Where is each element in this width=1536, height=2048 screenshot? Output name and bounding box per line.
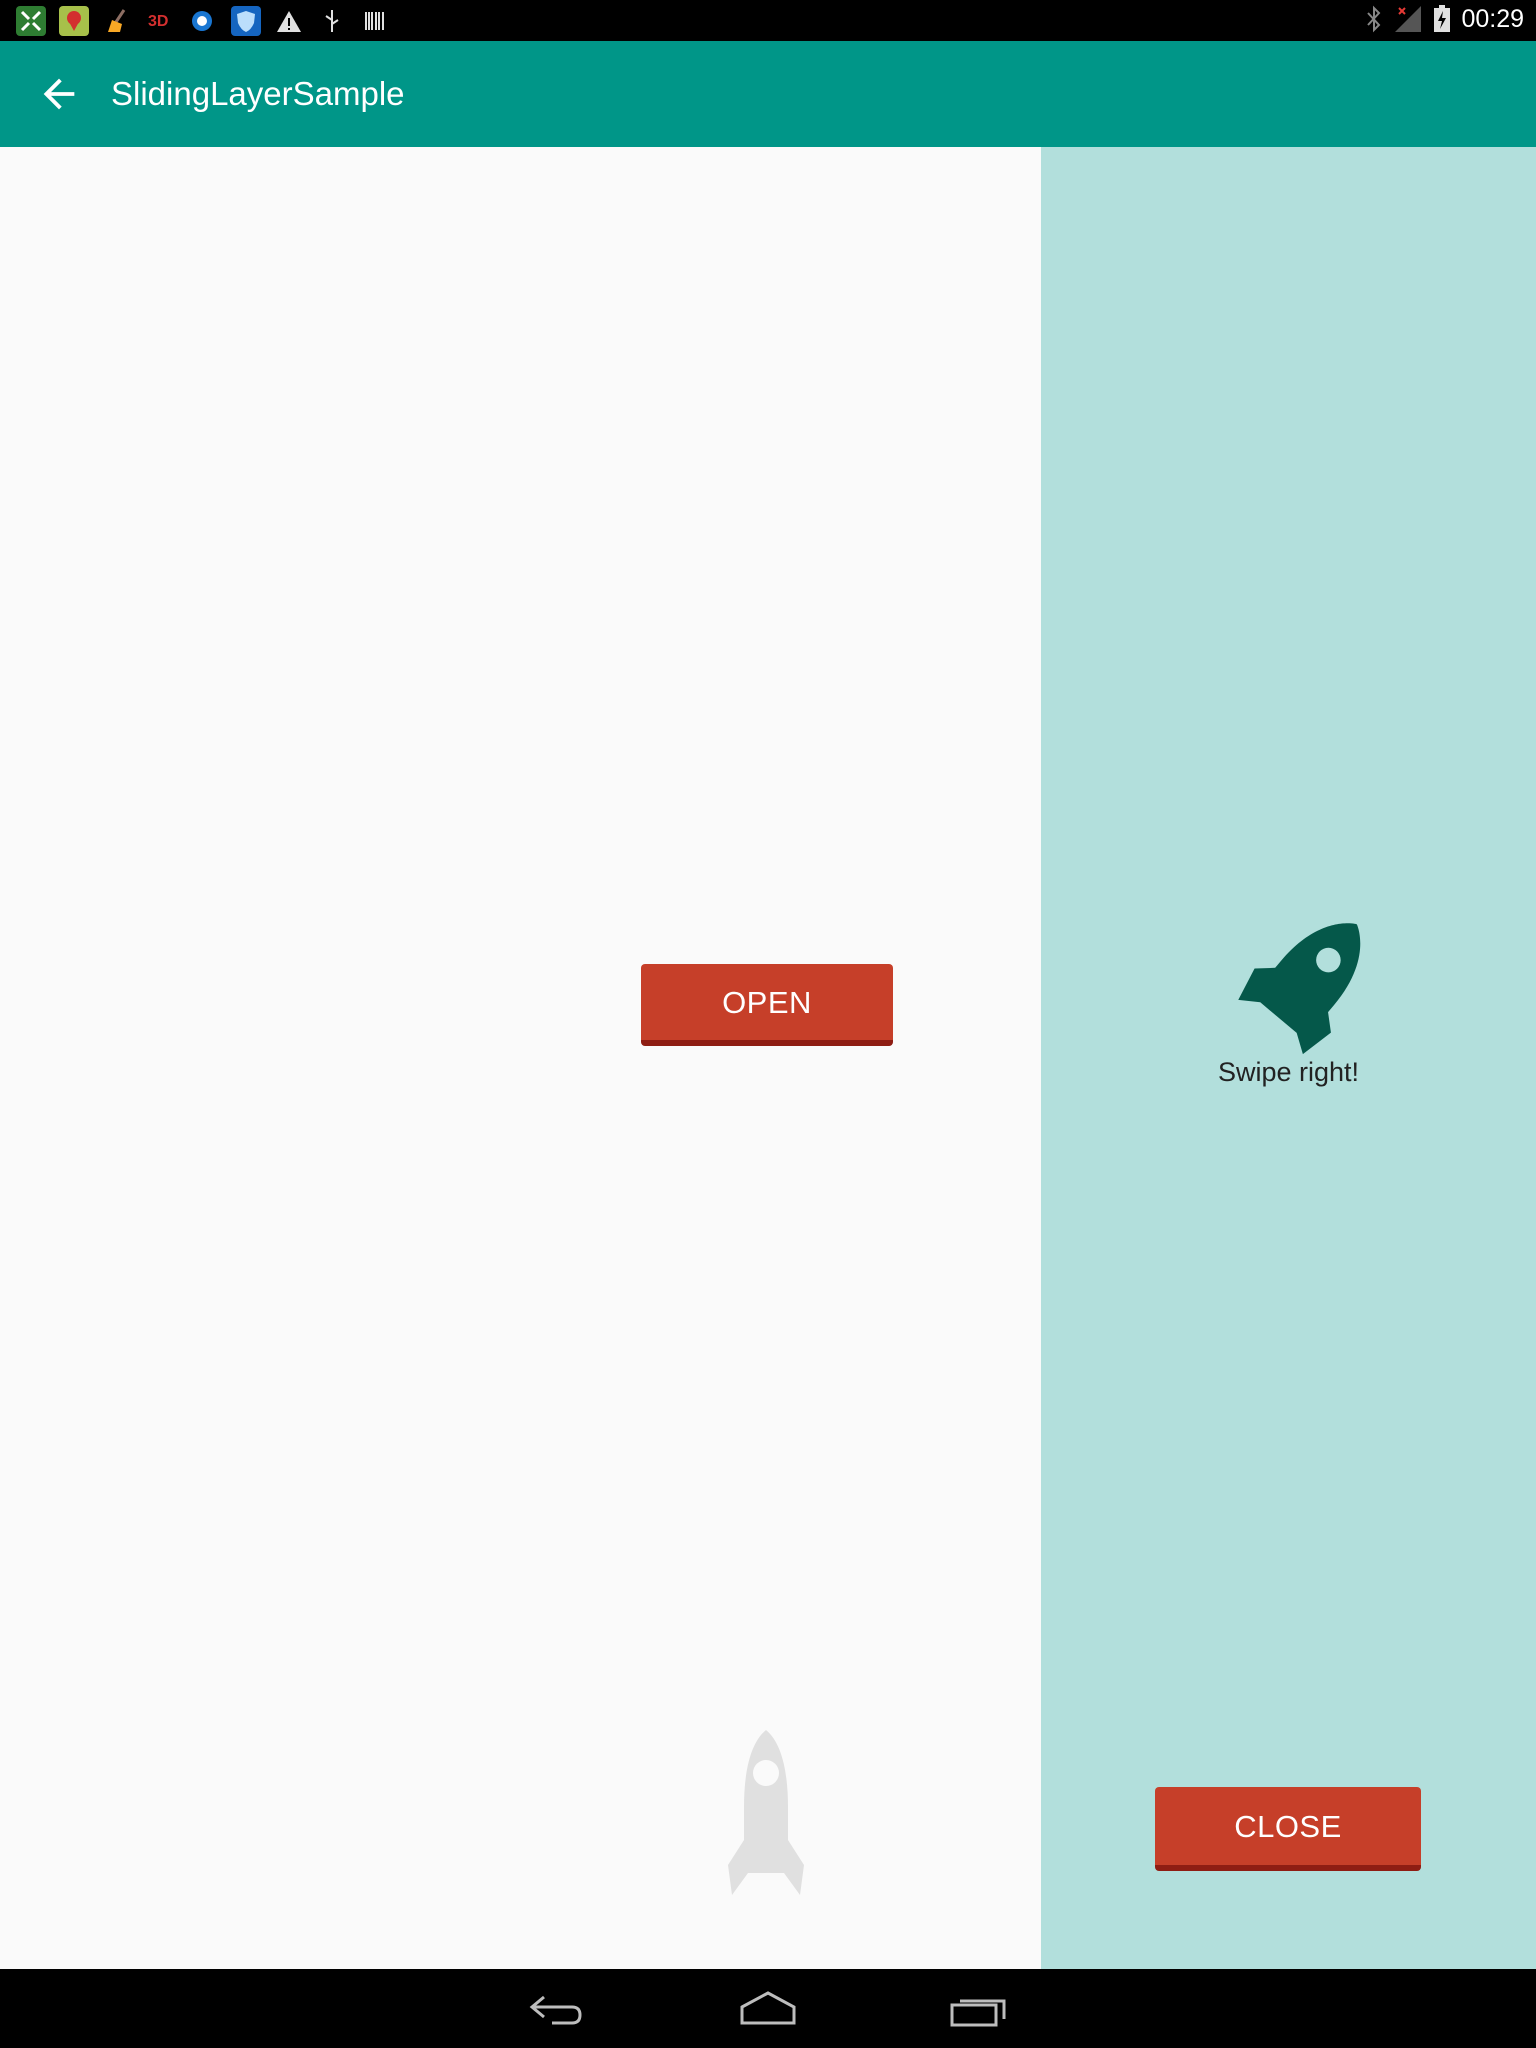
home-nav-button[interactable]: [736, 1987, 800, 2031]
bluetooth-icon: [1367, 5, 1381, 33]
no-signal-icon: [1395, 6, 1422, 32]
shield-icon: [231, 6, 261, 36]
q-browser-icon: [188, 6, 218, 36]
barcode-icon: [360, 6, 390, 36]
notification-icons: 3D: [16, 6, 390, 36]
home-icon: [740, 1991, 796, 2025]
back-button[interactable]: [36, 71, 82, 117]
nav-bar: [0, 1969, 1536, 2048]
sliding-layer[interactable]: Swipe right! CLOSE: [1041, 147, 1536, 1969]
status-bar: 3D 00:29: [0, 0, 1536, 41]
rocket-icon: [1238, 923, 1361, 1055]
maps-pin-icon: [59, 6, 89, 36]
back-icon: [529, 1995, 582, 2025]
battery-charging-icon: [1434, 5, 1451, 32]
close-button[interactable]: CLOSE: [1155, 1787, 1421, 1871]
page-title: SlidingLayerSample: [111, 75, 405, 112]
back-nav-button[interactable]: [524, 1987, 588, 2031]
status-right: 00:29: [1365, 4, 1524, 34]
app-bar: SlidingLayerSample: [0, 41, 1536, 147]
3d-icon: 3D: [145, 6, 175, 36]
arrow-back-icon: [43, 78, 75, 110]
recents-nav-button[interactable]: [948, 1987, 1012, 2031]
warning-icon: [274, 6, 304, 36]
svg-text:3D: 3D: [148, 13, 168, 30]
open-button[interactable]: OPEN: [641, 964, 893, 1046]
rocket-icon: [728, 1730, 804, 1895]
swipe-hint: Swipe right!: [1217, 1057, 1360, 1087]
usb-icon: [317, 6, 347, 36]
recents-icon: [950, 1999, 1006, 2027]
broom-icon: [102, 6, 132, 36]
status-time: 00:29: [1461, 4, 1524, 33]
main-content: OPEN: [0, 147, 1041, 1969]
app-grid-icon: [16, 6, 46, 36]
